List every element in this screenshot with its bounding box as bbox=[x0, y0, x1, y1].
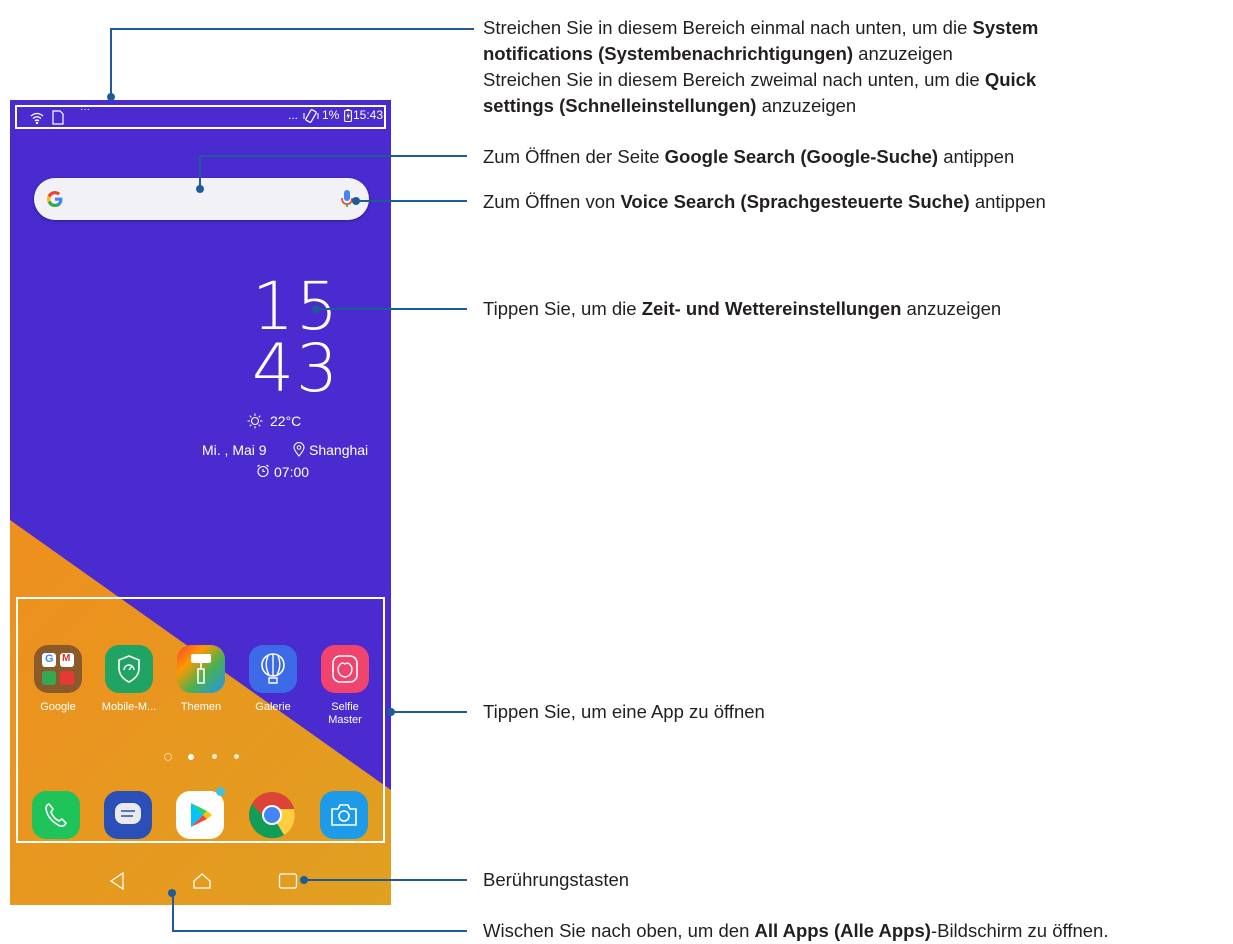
google-folder-icon: G M bbox=[34, 645, 82, 693]
google-logo-icon bbox=[46, 191, 63, 208]
annotation-status-bar: Streichen Sie in diesem Bereich einmal n… bbox=[483, 17, 1039, 116]
camera-icon[interactable] bbox=[320, 791, 368, 839]
app-gallery[interactable]: Galerie bbox=[238, 645, 308, 714]
selfie-master-icon bbox=[321, 645, 369, 693]
back-icon[interactable] bbox=[109, 872, 125, 890]
app-label: Galerie bbox=[255, 701, 291, 713]
alarm-time: 07:00 bbox=[274, 464, 310, 480]
location-pin-icon bbox=[293, 442, 305, 457]
status-overflow-dots: ··· bbox=[80, 104, 90, 115]
status-time: 15:43 bbox=[353, 108, 384, 122]
messages-icon[interactable] bbox=[104, 791, 152, 839]
status-more-indicator: ... bbox=[288, 108, 299, 122]
alarm-clock-icon bbox=[257, 464, 269, 478]
themes-icon bbox=[177, 645, 225, 693]
annotation-voice-search: Zum Öffnen von Voice Search (Sprachgeste… bbox=[483, 191, 1046, 212]
vibrate-icon bbox=[303, 109, 319, 123]
annotation-nav-keys: Berührungstasten bbox=[483, 869, 630, 890]
phone-icon[interactable] bbox=[32, 791, 80, 839]
play-store-icon[interactable] bbox=[176, 787, 225, 839]
temperature: 22°C bbox=[270, 413, 302, 429]
recent-apps-icon[interactable] bbox=[278, 872, 298, 890]
app-label: Google bbox=[40, 701, 76, 713]
sim-card-icon bbox=[52, 110, 64, 125]
chrome-icon[interactable] bbox=[248, 791, 296, 839]
app-label: Selfie Master bbox=[328, 701, 362, 726]
wifi-icon bbox=[30, 112, 44, 125]
app-selfie-master[interactable]: Selfie Master bbox=[310, 645, 380, 727]
app-mobile-manager[interactable]: Mobile-M... bbox=[94, 645, 164, 714]
gallery-icon bbox=[249, 645, 297, 693]
annotation-clock-weather: Tippen Sie, um die Zeit- und Wettereinst… bbox=[483, 298, 1002, 319]
date-label: Mi. , Mai 9 bbox=[202, 442, 267, 458]
battery-percentage: 1% bbox=[322, 108, 340, 122]
home-icon[interactable] bbox=[192, 872, 212, 890]
battery-icon bbox=[344, 109, 352, 122]
sun-icon bbox=[247, 413, 263, 429]
clock-minute: 43 bbox=[252, 330, 340, 407]
app-label: Mobile-M... bbox=[101, 701, 157, 713]
app-themes[interactable]: Themen bbox=[166, 645, 236, 714]
app-label: Themen bbox=[180, 701, 222, 713]
mobile-manager-icon bbox=[105, 645, 153, 693]
annotation-apps: Tippen Sie, um eine App zu öffnen bbox=[483, 701, 765, 722]
annotation-all-apps: Wischen Sie nach oben, um den All Apps (… bbox=[483, 920, 1109, 941]
phone-home-screen: ··· ... 1% 15:43 15 43 22°C Mi. , Mai 9 … bbox=[10, 100, 391, 905]
app-google[interactable]: G M Google bbox=[23, 645, 93, 714]
annotation-google-search: Zum Öffnen der Seite Google Search (Goog… bbox=[483, 146, 1015, 167]
city-label: Shanghai bbox=[309, 442, 369, 458]
